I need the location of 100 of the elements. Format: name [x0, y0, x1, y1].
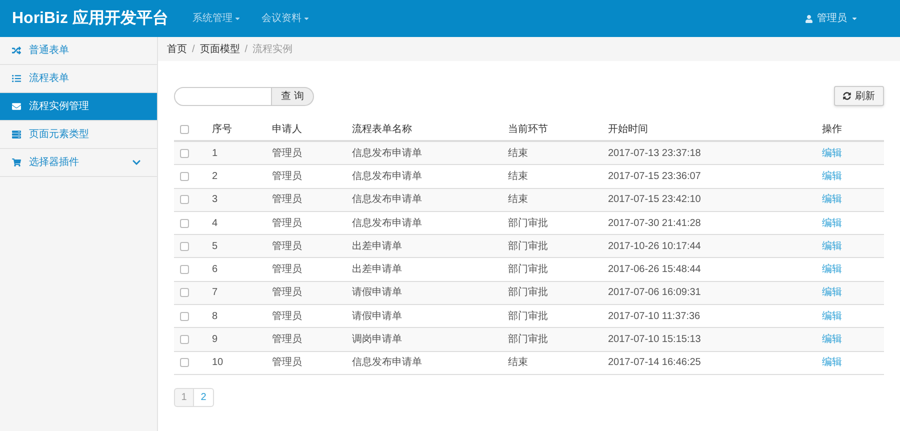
checkbox[interactable]: [180, 288, 189, 298]
nav-menu[interactable]: 会议资料: [261, 11, 310, 26]
table-cell: 2017-07-10 15:15:13: [608, 334, 701, 346]
table-cell: 请假申请单: [352, 287, 402, 298]
table-cell: 部门审批: [508, 287, 548, 298]
brand-title[interactable]: HoriBiz 应用开发平台: [12, 6, 168, 30]
table-cell: 部门审批: [508, 310, 548, 322]
table-cell: 调岗申请单: [352, 334, 402, 346]
table-cell: 2017-07-10 11:37:36: [608, 310, 700, 322]
search-field[interactable]: [174, 86, 272, 106]
checkbox[interactable]: [180, 242, 189, 251]
column-header: 申请人: [272, 124, 302, 135]
table-cell: 结束: [508, 357, 528, 368]
sidebar-item[interactable]: 流程实例管理: [0, 93, 157, 121]
menu-item-icon: [12, 46, 21, 55]
breadcrumb-link[interactable]: 页面模型: [200, 42, 240, 56]
sidebar-item[interactable]: 选择器插件: [0, 149, 157, 177]
table-cell: 10: [212, 357, 224, 368]
table-cell: 2017-10-26 10:17:44: [608, 240, 701, 252]
chevron-icon[interactable]: [132, 158, 141, 167]
page-button[interactable]: 2: [194, 388, 214, 407]
table-cell: 结束: [508, 148, 528, 159]
table-cell: 2017-07-15 23:36:07: [608, 170, 701, 182]
column-header: 当前环节: [508, 124, 548, 135]
sidebar-item[interactable]: 页面元素类型: [0, 121, 157, 149]
table-cell: 管理员: [272, 310, 302, 322]
menu-item-icon: [12, 158, 21, 167]
table-cell: 信息发布申请单: [352, 148, 422, 159]
checkbox[interactable]: [180, 195, 189, 204]
sidebar-item[interactable]: 普通表单: [0, 37, 157, 65]
checkbox[interactable]: [180, 312, 189, 321]
menu-item-icon: [12, 74, 21, 83]
checkbox[interactable]: [180, 148, 189, 158]
table-cell: 2017-07-06 16:09:31: [608, 287, 701, 298]
edit-link[interactable]: 编辑: [822, 170, 842, 182]
table-cell: 1: [212, 148, 218, 159]
checkbox[interactable]: [180, 172, 189, 181]
table-cell: 结束: [508, 194, 528, 206]
table-cell: 2017-07-13 23:37:18: [608, 148, 701, 159]
table-cell: 信息发布申请单: [352, 170, 422, 182]
table-cell: 管理员: [272, 357, 302, 368]
table-cell: 2: [212, 170, 218, 182]
table-cell: 9: [212, 334, 218, 346]
table-cell: 管理员: [272, 148, 302, 159]
edit-link[interactable]: 编辑: [822, 357, 842, 368]
table-cell: 出差申请单: [352, 240, 402, 252]
caret-icon: [303, 15, 310, 22]
refresh-icon: [843, 92, 851, 100]
column-header: 序号: [212, 124, 232, 135]
menu-item-icon: [12, 102, 21, 111]
column-header: 开始时间: [608, 124, 648, 135]
table-cell: 部门审批: [508, 334, 548, 346]
table-cell: 出差申请单: [352, 264, 402, 276]
table-cell: 2017-07-30 21:41:28: [608, 218, 701, 229]
checkbox[interactable]: [180, 125, 189, 134]
column-header: 操作: [822, 124, 842, 135]
edit-link[interactable]: 编辑: [822, 218, 842, 229]
breadcrumb-separator: /: [192, 42, 195, 56]
checkbox[interactable]: [180, 265, 189, 274]
page-button[interactable]: 1: [174, 388, 194, 407]
table-cell: 管理员: [272, 170, 302, 182]
table-cell: 信息发布申请单: [352, 194, 422, 206]
table-cell: 2017-07-15 23:42:10: [608, 194, 701, 206]
table-cell: 8: [212, 310, 218, 322]
table-cell: 请假申请单: [352, 310, 402, 322]
edit-link[interactable]: 编辑: [822, 310, 842, 322]
table-cell: 6: [212, 264, 218, 276]
table-cell: 5: [212, 240, 218, 252]
edit-link[interactable]: 编辑: [822, 194, 842, 206]
checkbox[interactable]: [180, 358, 189, 368]
caret-icon: [234, 15, 242, 22]
breadcrumb-link[interactable]: 首页: [167, 42, 187, 56]
table-cell: 管理员: [272, 240, 302, 252]
query-button[interactable]: 查 询: [272, 86, 314, 106]
checkbox[interactable]: [180, 335, 189, 344]
table-cell: 信息发布申请单: [352, 357, 422, 368]
breadcrumb-separator: /: [244, 42, 248, 56]
edit-link[interactable]: 编辑: [822, 240, 842, 252]
table-cell: 部门审批: [508, 264, 548, 276]
table-cell: 管理员: [272, 218, 302, 229]
user-menu[interactable]: 管理员: [805, 11, 858, 26]
table-cell: 管理员: [272, 194, 302, 206]
table-cell: 部门审批: [508, 240, 548, 252]
table-cell: 结束: [508, 170, 528, 182]
table-cell: 4: [212, 218, 218, 229]
refresh-button[interactable]: 刷新: [834, 86, 884, 106]
checkbox[interactable]: [180, 218, 189, 228]
edit-link[interactable]: 编辑: [822, 334, 842, 346]
table-cell: 信息发布申请单: [352, 218, 422, 229]
user-icon: [805, 14, 813, 22]
table-cell: 3: [212, 194, 218, 206]
table-cell: 2017-07-14 16:46:25: [608, 357, 701, 368]
table-cell: 管理员: [272, 334, 302, 346]
edit-link[interactable]: 编辑: [822, 148, 842, 159]
nav-menu[interactable]: 系统管理: [192, 11, 242, 26]
edit-link[interactable]: 编辑: [822, 264, 842, 276]
table-cell: 2017-06-26 15:48:44: [608, 264, 701, 276]
menu-item-icon: [12, 130, 21, 139]
edit-link[interactable]: 编辑: [822, 287, 842, 298]
caret-icon: [851, 15, 858, 22]
